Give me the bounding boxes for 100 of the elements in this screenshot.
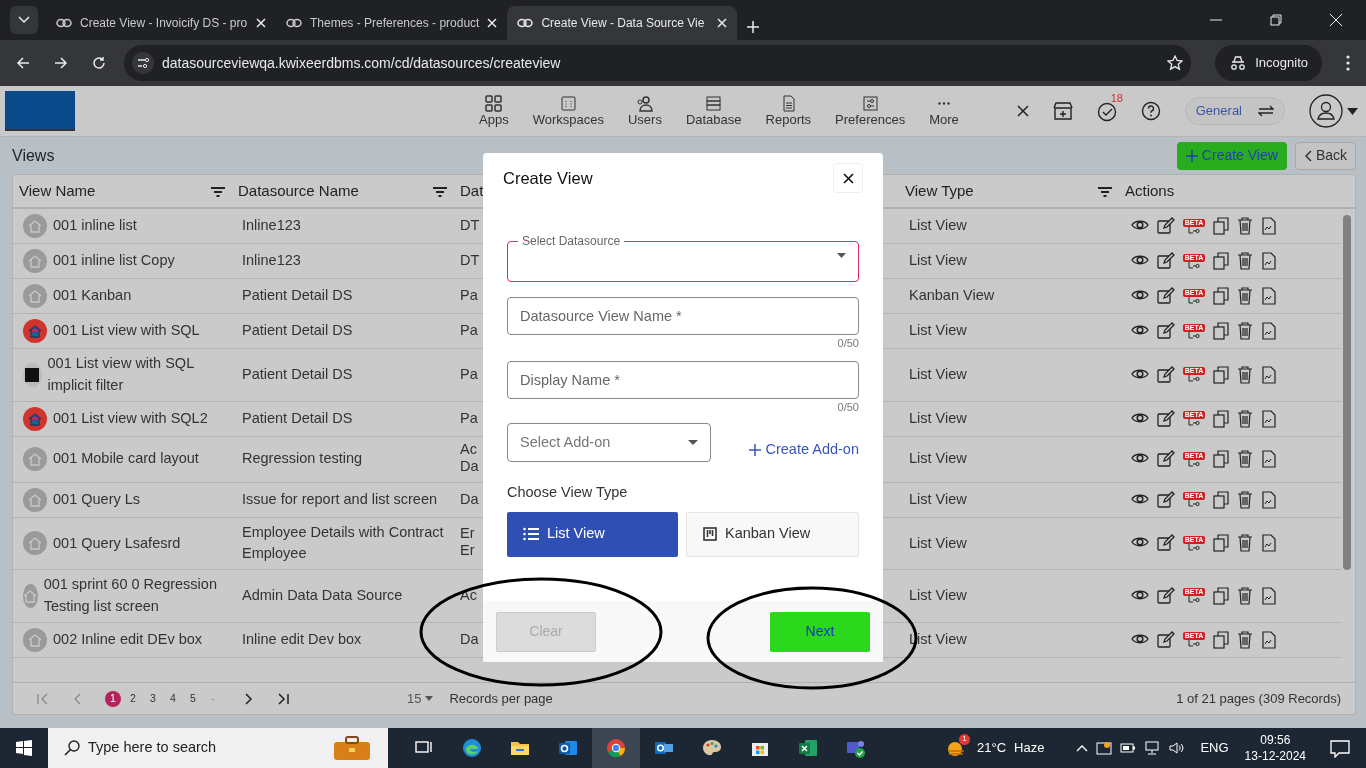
nav-item[interactable]: Apps bbox=[467, 94, 521, 128]
column-header[interactable]: View Name bbox=[19, 179, 96, 203]
copy-icon[interactable] bbox=[1213, 630, 1229, 649]
palette-icon[interactable] bbox=[702, 738, 722, 758]
nav-item[interactable]: Preferences bbox=[823, 94, 918, 128]
page-number[interactable]: 5 bbox=[185, 690, 201, 707]
trash-icon[interactable] bbox=[1237, 586, 1253, 605]
document-icon[interactable] bbox=[1261, 252, 1277, 270]
column-header[interactable]: Datasource Name bbox=[238, 179, 359, 203]
copy-icon[interactable] bbox=[1213, 252, 1229, 270]
edit-icon[interactable] bbox=[1157, 409, 1175, 428]
store-icon[interactable] bbox=[1052, 101, 1073, 121]
copy-icon[interactable] bbox=[1213, 450, 1229, 469]
copy-icon[interactable] bbox=[1213, 490, 1229, 509]
filter-icon[interactable] bbox=[1097, 185, 1113, 198]
document-icon[interactable] bbox=[1261, 630, 1277, 649]
notification-icon[interactable] bbox=[1330, 739, 1350, 758]
workspace-switcher[interactable]: General bbox=[1184, 97, 1285, 125]
document-icon[interactable] bbox=[1261, 534, 1277, 553]
trash-icon[interactable] bbox=[1237, 322, 1253, 340]
edit-icon[interactable] bbox=[1157, 365, 1175, 384]
close-icon[interactable] bbox=[1016, 105, 1029, 117]
bookmark-star-icon[interactable] bbox=[1167, 55, 1184, 71]
weather-condition[interactable]: Haze bbox=[1014, 738, 1045, 758]
addon-select[interactable]: Select Add-on bbox=[507, 423, 711, 462]
tab-search-button[interactable] bbox=[10, 6, 38, 34]
document-icon[interactable] bbox=[1261, 322, 1277, 340]
next-page-icon[interactable] bbox=[245, 692, 253, 705]
document-icon[interactable] bbox=[1261, 409, 1277, 428]
edit-icon[interactable] bbox=[1157, 450, 1175, 469]
nav-item[interactable]: More bbox=[917, 94, 971, 128]
display-name-input[interactable]: Display Name * bbox=[507, 360, 859, 399]
menu-icon[interactable] bbox=[1346, 55, 1350, 71]
incognito-button[interactable]: Incognito bbox=[1215, 45, 1322, 81]
copy-icon[interactable] bbox=[1213, 287, 1229, 305]
chat-app-icon[interactable] bbox=[846, 738, 866, 758]
help-icon[interactable] bbox=[1140, 101, 1161, 121]
browser-tab[interactable]: Create View - Data Source Vie bbox=[507, 6, 738, 40]
last-page-icon[interactable] bbox=[277, 692, 289, 705]
page-number[interactable]: 4 bbox=[165, 690, 181, 707]
column-header[interactable]: View Type bbox=[905, 179, 974, 203]
spreadsheet-icon[interactable] bbox=[798, 738, 818, 758]
column-header[interactable]: Dat bbox=[460, 179, 484, 203]
windows-start-icon[interactable] bbox=[16, 740, 32, 756]
close-button[interactable] bbox=[833, 163, 863, 193]
copy-icon[interactable] bbox=[1213, 534, 1229, 553]
browser-tab[interactable]: Themes - Preferences - product bbox=[276, 6, 508, 40]
filter-icon[interactable] bbox=[432, 185, 448, 198]
chevron-up-icon[interactable] bbox=[1076, 744, 1089, 752]
clock-date[interactable]: 13-12-2024 bbox=[1244, 748, 1306, 765]
copy-icon[interactable] bbox=[1213, 409, 1229, 428]
edit-icon[interactable] bbox=[1157, 630, 1175, 649]
restore-icon[interactable] bbox=[1270, 14, 1282, 26]
nav-item[interactable]: Database bbox=[673, 94, 754, 128]
view-type-option[interactable]: Kanban View bbox=[686, 511, 859, 557]
page-size-select[interactable]: 15 bbox=[407, 688, 434, 709]
back-button[interactable]: Back bbox=[1294, 141, 1356, 170]
filter-icon[interactable] bbox=[210, 185, 226, 198]
user-avatar-icon[interactable] bbox=[1309, 94, 1343, 128]
taskbar-search-field[interactable]: Type here to search bbox=[48, 728, 388, 768]
edit-icon[interactable] bbox=[1157, 534, 1175, 553]
scrollbar-thumb[interactable] bbox=[1343, 215, 1351, 570]
task-check-icon[interactable] bbox=[1096, 101, 1117, 122]
site-settings-icon[interactable] bbox=[132, 52, 154, 74]
trash-icon[interactable] bbox=[1237, 287, 1253, 305]
document-icon[interactable] bbox=[1261, 490, 1277, 509]
datasource-select[interactable]: Select Datasource bbox=[507, 235, 859, 282]
copy-icon[interactable] bbox=[1213, 586, 1229, 605]
browser-tab[interactable]: Create View - Invoicify DS - pro bbox=[46, 6, 276, 40]
input-language[interactable]: ENG bbox=[1200, 738, 1229, 758]
trash-icon[interactable] bbox=[1237, 409, 1253, 428]
trash-icon[interactable] bbox=[1237, 490, 1253, 509]
network-icon[interactable] bbox=[1144, 740, 1161, 756]
forward-icon[interactable] bbox=[54, 56, 68, 70]
trash-icon[interactable] bbox=[1237, 534, 1253, 553]
document-icon[interactable] bbox=[1261, 217, 1277, 235]
view-type-option[interactable]: List View bbox=[507, 511, 678, 557]
nav-item[interactable]: Users bbox=[615, 94, 674, 128]
trash-icon[interactable] bbox=[1237, 630, 1253, 649]
nav-item[interactable]: Reports bbox=[753, 94, 824, 128]
edit-icon[interactable] bbox=[1157, 490, 1175, 509]
caret-icon[interactable] bbox=[1347, 107, 1358, 115]
reload-icon[interactable] bbox=[92, 56, 106, 70]
trash-icon[interactable] bbox=[1237, 450, 1253, 469]
edit-icon[interactable] bbox=[1157, 252, 1175, 270]
document-icon[interactable] bbox=[1261, 586, 1277, 605]
column-header[interactable]: Actions bbox=[1125, 179, 1175, 203]
volume-icon[interactable] bbox=[1168, 740, 1185, 756]
new-tab-icon[interactable] bbox=[747, 20, 760, 33]
view-name-input[interactable]: Datasource View Name * bbox=[507, 297, 859, 335]
page-number[interactable]: 2 bbox=[125, 690, 141, 707]
edit-icon[interactable] bbox=[1157, 586, 1175, 605]
copy-icon[interactable] bbox=[1213, 217, 1229, 235]
mail-icon[interactable] bbox=[558, 738, 578, 758]
trash-icon[interactable] bbox=[1237, 217, 1253, 235]
back-icon[interactable] bbox=[16, 56, 30, 70]
next-button[interactable]: Next bbox=[770, 611, 870, 652]
page-number[interactable]: 3 bbox=[145, 690, 161, 707]
document-icon[interactable] bbox=[1261, 450, 1277, 469]
battery-icon[interactable] bbox=[1120, 743, 1137, 753]
